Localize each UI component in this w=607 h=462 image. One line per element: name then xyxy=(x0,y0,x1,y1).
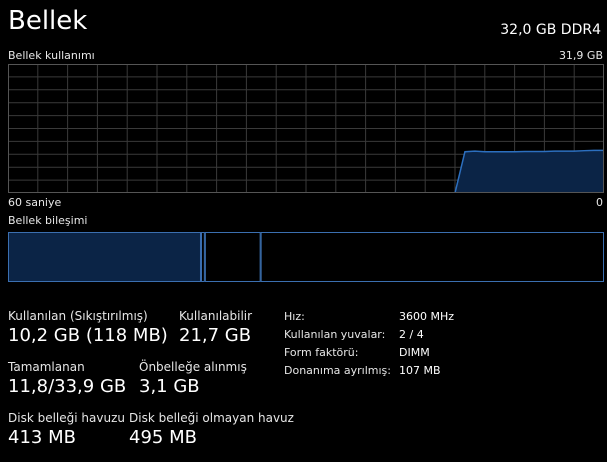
memory-composition-bar xyxy=(8,232,604,282)
stat-cached-value: 3,1 GB xyxy=(139,376,200,397)
property-key: Form faktörü: xyxy=(284,346,359,359)
stat-available: Kullanılabilir 21,7 GB xyxy=(179,309,252,346)
graph-time-end-label: 0 xyxy=(596,196,603,209)
stat-in-use-label: Kullanılan (Sıkıştırılmış) xyxy=(8,309,148,323)
graph-time-start-label: 60 saniye xyxy=(8,196,62,209)
property-value: 2 / 4 xyxy=(399,328,424,341)
composition-label: Bellek bileşimi xyxy=(8,214,88,227)
memory-spec: 32,0 GB DDR4 xyxy=(500,22,601,38)
stat-in-use-value: 10,2 GB (118 MB) xyxy=(8,325,168,346)
stat-paged-pool-label: Disk belleği havuzu xyxy=(8,411,125,425)
property-value: DIMM xyxy=(399,346,430,359)
property-value: 3600 MHz xyxy=(399,310,455,323)
page-title: Bellek xyxy=(8,6,88,36)
stat-committed-value: 11,8/33,9 GB xyxy=(8,376,127,397)
stat-cached: Önbelleğe alınmış 3,1 GB xyxy=(139,360,247,397)
composition-standby xyxy=(204,232,261,282)
memory-usage-graph xyxy=(8,64,604,193)
composition-modified xyxy=(200,232,205,282)
stat-available-value: 21,7 GB xyxy=(179,325,252,346)
property-key: Kullanılan yuvalar: xyxy=(284,328,386,341)
stat-available-label: Kullanılabilir xyxy=(179,309,253,323)
stat-cached-label: Önbelleğe alınmış xyxy=(139,360,247,374)
stat-nonpaged-pool: Disk belleği olmayan havuz 495 MB xyxy=(129,411,294,448)
stat-committed-label: Tamamlanan xyxy=(8,360,85,374)
stat-nonpaged-pool-value: 495 MB xyxy=(129,427,197,448)
property-key: Donanıma ayrılmış: xyxy=(284,364,391,377)
usage-graph-label: Bellek kullanımı xyxy=(8,49,95,62)
stat-nonpaged-pool-label: Disk belleği olmayan havuz xyxy=(129,411,294,425)
property-key: Hız: xyxy=(284,310,305,323)
stat-committed: Tamamlanan 11,8/33,9 GB xyxy=(8,360,126,397)
stat-paged-pool: Disk belleği havuzu 413 MB xyxy=(8,411,125,448)
stat-paged-pool-value: 413 MB xyxy=(8,427,76,448)
usage-area xyxy=(455,150,604,193)
composition-free xyxy=(260,232,604,282)
usage-graph-max-label: 31,9 GB xyxy=(558,49,603,62)
composition-in-use xyxy=(8,232,201,282)
property-value: 107 MB xyxy=(399,364,441,377)
stat-in-use: Kullanılan (Sıkıştırılmış) 10,2 GB (118 … xyxy=(8,309,168,346)
